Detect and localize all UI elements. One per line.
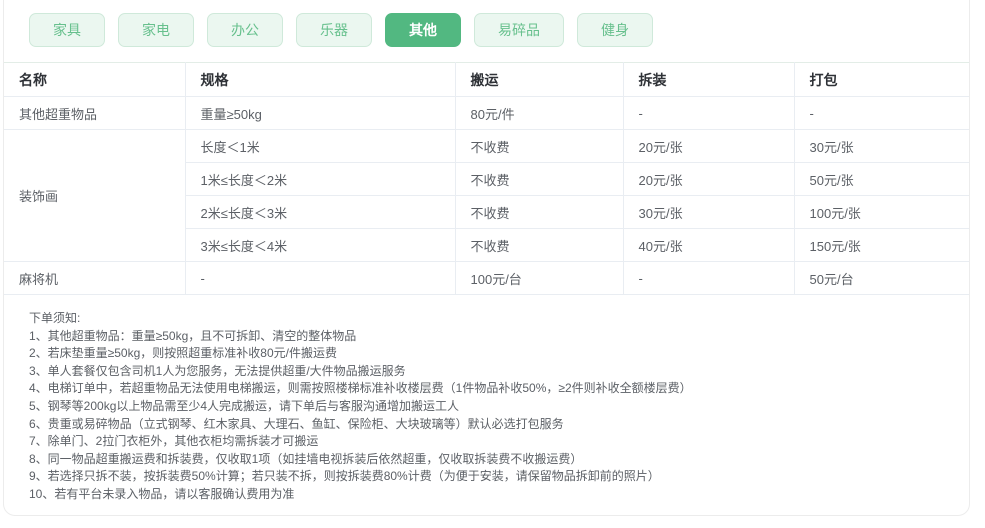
pricing-table: 名称 规格 搬运 拆装 打包 其他超重物品 重量≥50kg 80元/件 - - … [4, 62, 969, 295]
spec-cell: 1米≤长度＜2米 [185, 162, 456, 196]
packing-cell: 50元/张 [794, 162, 969, 196]
note-item: 1、其他超重物品：重量≥50kg，且不可拆卸、清空的整体物品 [29, 328, 357, 343]
item-name-cell: 装饰画 [4, 129, 186, 262]
note-item: 7、除单门、2拉门衣柜外，其他衣柜均需拆装才可搬运 [29, 434, 319, 449]
note-item: 3、单人套餐仅包含司机1人为您服务，无法提供超重/大件物品搬运服务 [29, 363, 406, 378]
tab-office[interactable]: 办公 [207, 13, 283, 47]
carry-cell: 80元/件 [455, 96, 624, 130]
tab-fitness[interactable]: 健身 [577, 13, 653, 47]
spec-cell: 长度＜1米 [185, 129, 456, 163]
item-name-cell: 麻将机 [4, 261, 186, 295]
tab-instrument[interactable]: 乐器 [296, 13, 372, 47]
carry-cell: 不收费 [455, 228, 624, 262]
spec-cell: - [185, 261, 456, 295]
table-row: 麻将机 - 100元/台 - 50元/台 [4, 261, 969, 295]
disassembly-cell: - [623, 261, 795, 295]
packing-cell: 100元/张 [794, 195, 969, 229]
table-header-row: 名称 规格 搬运 拆装 打包 [4, 62, 969, 97]
page: 家具 家电 办公 乐器 其他 易碎品 健身 名称 规格 搬运 拆装 打包 其他超… [0, 0, 985, 528]
tab-furniture[interactable]: 家具 [29, 13, 105, 47]
tab-fragile[interactable]: 易碎品 [474, 13, 564, 47]
table-row: 其他超重物品 重量≥50kg 80元/件 - - [4, 96, 969, 130]
tab-appliance[interactable]: 家电 [118, 13, 194, 47]
item-name-cell: 其他超重物品 [4, 96, 186, 130]
column-header-disassembly: 拆装 [623, 62, 795, 97]
order-notes: 下单须知: 1、其他超重物品：重量≥50kg，且不可拆卸、清空的整体物品 2、若… [4, 295, 969, 504]
note-item: 2、若床垫重量≥50kg，则按照超重标准补收80元/件搬运费 [29, 346, 337, 361]
column-header-packing: 打包 [794, 62, 969, 97]
note-item: 8、同一物品超重搬运费和拆装费，仅收取1项（如挂墙电视拆装后依然超重，仅收取拆装… [29, 451, 583, 466]
column-header-carry: 搬运 [455, 62, 624, 97]
disassembly-cell: 30元/张 [623, 195, 795, 229]
disassembly-cell: 20元/张 [623, 162, 795, 196]
pricing-card: 家具 家电 办公 乐器 其他 易碎品 健身 名称 规格 搬运 拆装 打包 其他超… [3, 0, 970, 516]
notes-title: 下单须知: [29, 311, 81, 325]
note-item: 9、若选择只拆不装，按拆装费50%计算；若只装不拆，则按拆装费80%计费（为便于… [29, 469, 660, 484]
packing-cell: 150元/张 [794, 228, 969, 262]
disassembly-cell: - [623, 96, 795, 130]
carry-cell: 100元/台 [455, 261, 624, 295]
packing-cell: - [794, 96, 969, 130]
carry-cell: 不收费 [455, 195, 624, 229]
note-item: 5、钢琴等200kg以上物品需至少4人完成搬运，请下单后与客服沟通增加搬运工人 [29, 398, 460, 413]
spec-cell: 3米≤长度＜4米 [185, 228, 456, 262]
spec-cell: 重量≥50kg [185, 96, 456, 130]
disassembly-cell: 40元/张 [623, 228, 795, 262]
note-item: 4、电梯订单中，若超重物品无法使用电梯搬运，则需按照楼梯标准补收楼层费（1件物品… [29, 381, 692, 396]
table-row: 装饰画 长度＜1米 不收费 20元/张 30元/张 [4, 129, 969, 262]
packing-cell: 50元/台 [794, 261, 969, 295]
tab-other[interactable]: 其他 [385, 13, 461, 47]
packing-cell: 30元/张 [794, 129, 969, 163]
spec-cell: 2米≤长度＜3米 [185, 195, 456, 229]
column-header-name: 名称 [4, 62, 186, 97]
note-item: 10、若有平台未录入物品，请以客服确认费用为准 [29, 486, 295, 501]
carry-cell: 不收费 [455, 129, 624, 163]
column-header-spec: 规格 [185, 62, 456, 97]
carry-cell: 不收费 [455, 162, 624, 196]
note-item: 6、贵重或易碎物品（立式钢琴、红木家具、大理石、鱼缸、保险柜、大块玻璃等）默认必… [29, 416, 564, 431]
disassembly-cell: 20元/张 [623, 129, 795, 163]
category-tabs: 家具 家电 办公 乐器 其他 易碎品 健身 [4, 0, 969, 47]
